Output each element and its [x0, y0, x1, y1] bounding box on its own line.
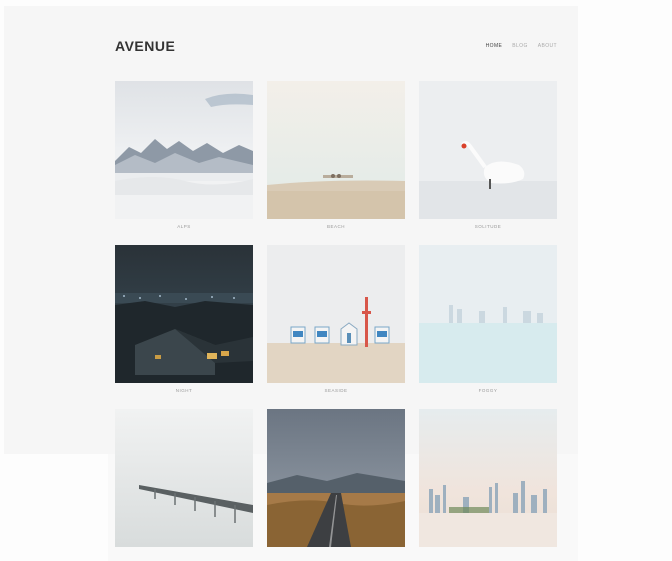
mountain-photo[interactable] — [115, 81, 253, 219]
gallery-item: FOGGY — [419, 245, 557, 394]
gallery-item — [115, 409, 253, 558]
gallery-caption: SOLITUDE — [474, 224, 502, 229]
gallery-item: ALPS — [115, 81, 253, 230]
beach-huts-photo[interactable] — [267, 245, 405, 383]
main-nav: HOME BLOG ABOUT — [486, 43, 557, 49]
gallery-item: BEACH — [267, 81, 405, 230]
night-city-photo[interactable] — [115, 245, 253, 383]
gallery-caption — [419, 552, 557, 558]
gallery-item — [267, 409, 405, 558]
page: AVENUE HOME BLOG ABOUT ALPS BEACH SOLITU… — [0, 0, 672, 561]
gallery-item: NIGHT — [115, 245, 253, 394]
gallery-item: SEASIDE — [267, 245, 405, 394]
gallery-caption — [267, 552, 405, 558]
nav-blog[interactable]: BLOG — [512, 43, 528, 49]
gallery-caption — [115, 552, 253, 558]
road-photo[interactable] — [267, 409, 405, 547]
site-header: AVENUE HOME BLOG ABOUT — [115, 36, 557, 56]
gallery-caption: NIGHT — [175, 388, 193, 393]
gallery-caption: BEACH — [326, 224, 345, 229]
beach-photo[interactable] — [267, 81, 405, 219]
gallery-item: SOLITUDE — [419, 81, 557, 230]
nav-home[interactable]: HOME — [486, 43, 503, 49]
site-logo[interactable]: AVENUE — [115, 38, 175, 54]
gallery-item — [419, 409, 557, 558]
swan-photo[interactable] — [419, 81, 557, 219]
gallery-caption: FOGGY — [478, 388, 498, 393]
gallery-caption: ALPS — [177, 224, 191, 229]
gallery-caption: SEASIDE — [324, 388, 348, 393]
skyline-photo[interactable] — [419, 409, 557, 547]
nav-about[interactable]: ABOUT — [538, 43, 557, 49]
pier-photo[interactable] — [115, 409, 253, 547]
foggy-skyline-photo[interactable] — [419, 245, 557, 383]
